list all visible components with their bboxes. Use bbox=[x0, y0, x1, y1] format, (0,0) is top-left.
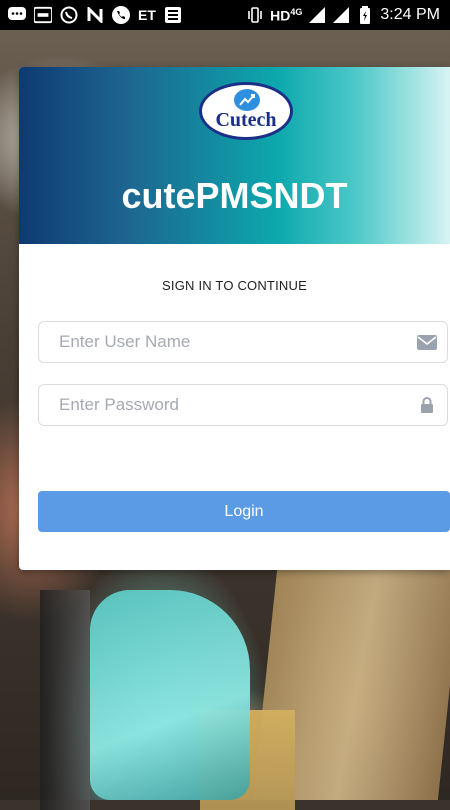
username-input[interactable] bbox=[39, 321, 407, 363]
logo-mark-icon bbox=[234, 89, 260, 111]
logo-text: Cutech bbox=[215, 109, 277, 131]
battery-icon bbox=[356, 6, 374, 24]
background-teal-object bbox=[90, 590, 250, 800]
n-icon bbox=[86, 6, 104, 24]
vibrate-icon bbox=[246, 6, 264, 24]
password-input[interactable] bbox=[39, 384, 407, 426]
paytm-icon bbox=[34, 6, 52, 24]
phone-icon bbox=[112, 6, 130, 24]
login-button[interactable]: Login bbox=[38, 491, 450, 532]
news-icon bbox=[164, 6, 182, 24]
app-title: cutePMSNDT bbox=[121, 175, 348, 216]
cutech-logo: Cutech bbox=[199, 82, 293, 140]
envelope-icon bbox=[407, 334, 447, 350]
sign-in-subtitle: SIGN IN TO CONTINUE bbox=[162, 278, 307, 293]
chat-bubble-icon bbox=[8, 6, 26, 24]
signal-2-icon bbox=[332, 6, 350, 24]
background-dark-object bbox=[40, 590, 90, 810]
username-field[interactable] bbox=[38, 321, 448, 363]
login-card: Cutech cutePMSNDT SIGN IN TO CONTINUE Lo… bbox=[19, 67, 450, 570]
et-label: ET bbox=[138, 7, 156, 23]
signal-icon bbox=[308, 6, 326, 24]
whatsapp-icon bbox=[60, 6, 78, 24]
lock-icon bbox=[407, 397, 447, 413]
login-header: Cutech cutePMSNDT bbox=[19, 67, 450, 244]
network-hd-label: HD4G bbox=[270, 6, 303, 24]
password-field[interactable] bbox=[38, 384, 448, 426]
status-bar: ET HD4G 3:24 PM bbox=[0, 0, 450, 30]
clock-time: 3:24 PM bbox=[380, 6, 440, 23]
